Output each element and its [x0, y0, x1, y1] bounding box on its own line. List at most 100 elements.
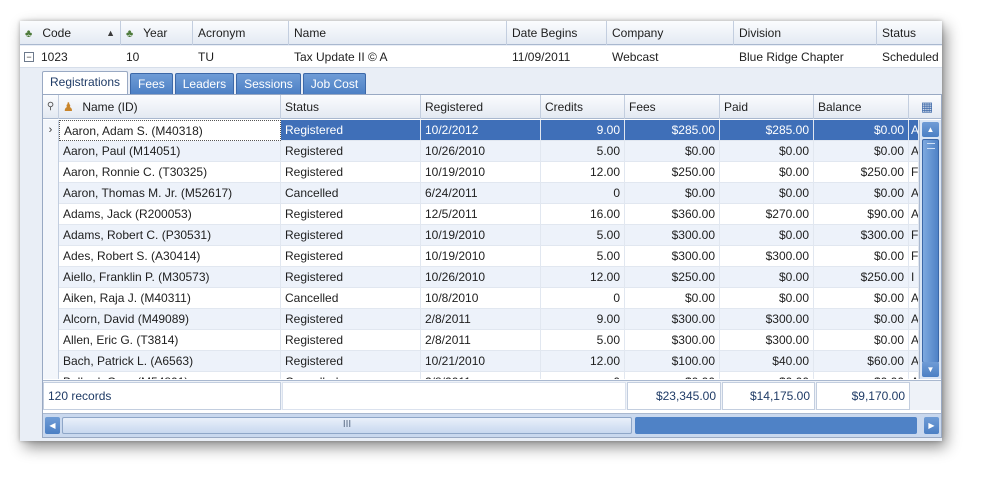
cell-balance: $300.00: [814, 225, 909, 246]
filter-icon[interactable]: ♣: [126, 22, 140, 45]
table-row[interactable]: Aaron, Paul (M14051) Registered 10/26/2010…: [43, 141, 919, 162]
cell-name-id[interactable]: Bach, Patrick L. (A6563): [59, 351, 281, 372]
row-indicator[interactable]: [43, 330, 59, 351]
column-header-name[interactable]: Name: [289, 21, 507, 45]
scroll-left-icon[interactable]: ◀: [45, 417, 60, 434]
collapse-icon[interactable]: −: [24, 52, 34, 62]
search-icon[interactable]: ⚲: [43, 95, 59, 119]
cell-name: Tax Update II © A: [294, 50, 388, 64]
cell-name-id[interactable]: Allen, Eric G. (T3814): [59, 330, 281, 351]
vertical-scroll-thumb[interactable]: [922, 139, 939, 363]
row-indicator[interactable]: [43, 372, 59, 379]
cell-name-id[interactable]: Aiello, Franklin P. (M30573): [59, 267, 281, 288]
cell-status: Cancelled: [281, 372, 421, 379]
tab-registrations[interactable]: Registrations: [42, 71, 129, 95]
column-header-year[interactable]: ♣ Year: [121, 21, 193, 45]
cell-credits: 5.00: [541, 141, 625, 162]
scroll-down-icon[interactable]: ▼: [922, 362, 939, 377]
column-header-label: Name: [294, 26, 327, 40]
cell-fees: $285.00: [625, 120, 720, 141]
scroll-up-icon[interactable]: ▲: [922, 122, 939, 137]
row-indicator[interactable]: [43, 246, 59, 267]
cell-status: Registered: [281, 141, 421, 162]
detail-panel: Registrations Fees Leaders Sessions Job …: [42, 69, 942, 441]
cell-status: Registered: [281, 351, 421, 372]
cell-acronym: TU: [198, 50, 214, 64]
table-row[interactable]: Adams, Robert C. (P30531) Registered 10/19…: [43, 225, 919, 246]
table-row[interactable]: Aaron, Ronnie C. (T30325) Registered 10/19…: [43, 162, 919, 183]
table-row[interactable]: Aiken, Raja J. (M40311) Cancelled 10/8/201…: [43, 288, 919, 309]
cell-balance: $0.00: [814, 183, 909, 204]
table-row[interactable]: Aiello, Franklin P. (M30573) Registered 10…: [43, 267, 919, 288]
tab-fees[interactable]: Fees: [130, 73, 173, 95]
tab-leaders[interactable]: Leaders: [174, 73, 235, 95]
cell-registered: 10/26/2010: [421, 141, 541, 162]
cell-name-id[interactable]: Ballard, Greg (M54801): [59, 372, 281, 379]
row-indicator[interactable]: [43, 183, 59, 204]
cell-registered: 2/8/2011: [421, 330, 541, 351]
cell-credits: 9.00: [541, 120, 625, 141]
table-row[interactable]: Alcorn, David (M49089) Registered 2/8/2011…: [43, 309, 919, 330]
column-header-code[interactable]: ♣ Code ▲: [20, 21, 121, 45]
column-header-status[interactable]: Status: [877, 21, 942, 45]
row-indicator[interactable]: [43, 141, 59, 162]
table-row[interactable]: Ballard, Greg (M54801)Cancelled2/8/20110…: [43, 372, 919, 379]
registrations-rows: › Aaron, Adam S. (M40318) Registered 10/2/2…: [43, 120, 919, 379]
column-header-label: Division: [739, 26, 782, 40]
tab-job-cost[interactable]: Job Cost: [302, 73, 367, 95]
column-header-fees[interactable]: Fees: [625, 95, 720, 119]
cell-name-id[interactable]: Aaron, Adam S. (M40318): [59, 120, 281, 141]
tab-sessions[interactable]: Sessions: [236, 73, 301, 95]
column-header-acronym[interactable]: Acronym: [193, 21, 289, 45]
column-header-balance[interactable]: Balance: [814, 95, 909, 119]
cell-name-id[interactable]: Alcorn, David (M49089): [59, 309, 281, 330]
cell-credits: 0: [541, 183, 625, 204]
row-indicator[interactable]: [43, 309, 59, 330]
column-header-paid[interactable]: Paid: [720, 95, 814, 119]
column-header-division[interactable]: Division: [734, 21, 877, 45]
row-indicator-icon[interactable]: ›: [43, 120, 59, 141]
cell-overflow: I: [909, 267, 919, 288]
column-header-date-begins[interactable]: Date Begins: [507, 21, 607, 45]
cell-name-id[interactable]: Aaron, Paul (M14051): [59, 141, 281, 162]
column-header-status[interactable]: Status: [281, 95, 421, 119]
cell-name-id[interactable]: Adams, Robert C. (P30531): [59, 225, 281, 246]
column-header-company[interactable]: Company: [607, 21, 734, 45]
cell-name-id[interactable]: Aaron, Ronnie C. (T30325): [59, 162, 281, 183]
column-header-registered[interactable]: Registered: [421, 95, 541, 119]
horizontal-scrollbar[interactable]: ◀ III ▶: [43, 413, 941, 437]
cell-name-id[interactable]: Adams, Jack (R200053): [59, 204, 281, 225]
column-header-credits[interactable]: Credits: [541, 95, 625, 119]
horizontal-scroll-thumb[interactable]: III: [62, 417, 632, 434]
table-row[interactable]: Aaron, Thomas M. Jr. (M52617) Cancelled 6/…: [43, 183, 919, 204]
table-row[interactable]: Adams, Jack (R200053) Registered 12/5/2011…: [43, 204, 919, 225]
cell-balance: $250.00: [814, 267, 909, 288]
column-header-label: Date Begins: [512, 26, 578, 40]
row-indicator[interactable]: [43, 162, 59, 183]
scroll-right-icon[interactable]: ▶: [924, 417, 939, 434]
table-row[interactable]: Bach, Patrick L. (A6563) Registered 10/21/…: [43, 351, 919, 372]
cell-name-id[interactable]: Ades, Robert S. (A30414): [59, 246, 281, 267]
table-row[interactable]: › Aaron, Adam S. (M40318) Registered 10/2/2…: [43, 120, 919, 141]
column-header-label: Company: [612, 26, 664, 40]
row-indicator[interactable]: [43, 351, 59, 372]
column-header-name-id[interactable]: ♟ Name (ID): [59, 95, 281, 119]
cell-credits: 0: [541, 288, 625, 309]
table-row[interactable]: Ades, Robert S. (A30414) Registered 10/19/…: [43, 246, 919, 267]
row-indicator[interactable]: [43, 267, 59, 288]
cell-fees: $300.00: [625, 330, 720, 351]
cell-name-id[interactable]: Aiken, Raja J. (M40311): [59, 288, 281, 309]
cell-overflow: A: [909, 372, 919, 379]
column-chooser-icon[interactable]: ▦: [909, 95, 941, 119]
horizontal-scroll-track[interactable]: [635, 417, 917, 434]
row-indicator[interactable]: [43, 204, 59, 225]
row-indicator[interactable]: [43, 288, 59, 309]
parent-grid-row[interactable]: − 1023 10 TU Tax Update II © A 11/09/201…: [20, 46, 942, 68]
cell-name-id[interactable]: Aaron, Thomas M. Jr. (M52617): [59, 183, 281, 204]
cell-overflow: A: [909, 330, 919, 351]
filter-icon[interactable]: ♣: [25, 22, 39, 45]
vertical-scrollbar[interactable]: ▲ ▼: [919, 120, 941, 379]
cell-balance: $0.00: [814, 309, 909, 330]
table-row[interactable]: Allen, Eric G. (T3814) Registered 2/8/2011…: [43, 330, 919, 351]
row-indicator[interactable]: [43, 225, 59, 246]
